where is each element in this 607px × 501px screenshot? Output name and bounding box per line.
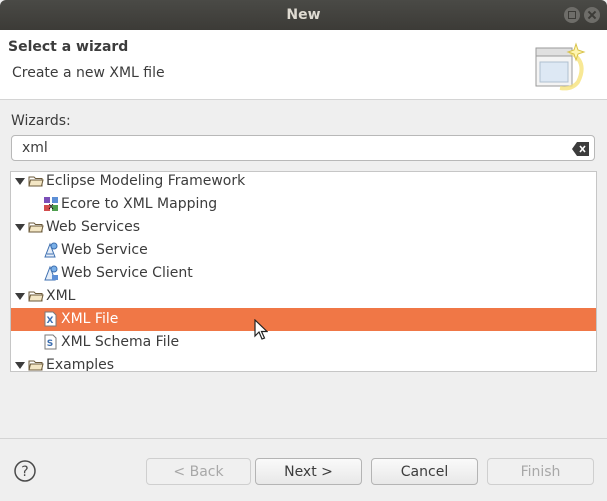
tree-item-label: Web Service Client [61, 265, 193, 281]
tree-item-ecore-xml-mapping[interactable]: x Ecore to XML Mapping [11, 193, 596, 216]
xml-file-icon: X [44, 311, 57, 327]
tree-item-label: Ecore to XML Mapping [61, 196, 218, 212]
footer-divider [0, 438, 607, 439]
tree-item-web-services[interactable]: Web Services [11, 216, 596, 239]
new-wizard-banner-icon [535, 42, 586, 91]
svg-text:S: S [47, 339, 53, 349]
tree-item-web-service-client[interactable]: Web Service Client [11, 262, 596, 285]
wizard-tree[interactable]: Eclipse Modeling Framework x Ecore to XM… [10, 171, 597, 372]
ecore-mapping-icon: x [44, 197, 58, 212]
xml-schema-icon: S [44, 334, 57, 350]
expanded-arrow-icon[interactable] [15, 293, 25, 300]
folder-icon [28, 360, 44, 371]
expanded-arrow-icon[interactable] [15, 224, 25, 231]
folder-icon [28, 222, 44, 233]
wizard-filter-input[interactable] [22, 139, 562, 157]
folder-icon [28, 176, 44, 187]
tree-item-label: Web Services [46, 219, 141, 235]
svg-text:?: ? [21, 464, 28, 480]
page-title: Select a wizard [8, 39, 129, 55]
tree-item-label: Eclipse Modeling Framework [46, 173, 246, 189]
tree-item-label: XML File [61, 311, 119, 327]
tree-item-label: XML Schema File [61, 334, 180, 350]
tree-item-xml-schema-file[interactable]: S XML Schema File [11, 331, 596, 354]
web-service-client-icon [44, 265, 58, 281]
filter-box [11, 135, 595, 161]
tree-item-xml[interactable]: XML [11, 285, 596, 308]
tree-item-label: XML [46, 288, 76, 304]
page-description: Create a new XML file [12, 65, 165, 81]
maximize-button[interactable] [564, 7, 580, 23]
finish-button[interactable]: Finish [487, 458, 594, 485]
title-bar: New [0, 0, 607, 30]
back-button[interactable]: < Back [146, 458, 251, 485]
tree-item-emf[interactable]: Eclipse Modeling Framework [11, 172, 596, 193]
mouse-cursor-icon [254, 319, 268, 340]
clear-filter-icon[interactable] [572, 142, 590, 156]
cancel-button[interactable]: Cancel [371, 458, 478, 485]
wizard-header: Select a wizard Create a new XML file [0, 30, 607, 100]
window-title: New [286, 7, 321, 23]
svg-text:x: x [48, 202, 54, 212]
wizards-label: Wizards: [11, 113, 71, 129]
tree-item-xml-file[interactable]: X XML File [11, 308, 596, 331]
svg-text:X: X [47, 316, 54, 326]
web-service-icon [44, 242, 58, 258]
expanded-arrow-icon[interactable] [15, 362, 25, 369]
help-icon[interactable]: ? [14, 460, 36, 482]
expanded-arrow-icon[interactable] [15, 178, 25, 185]
tree-item-label: Web Service [61, 242, 148, 258]
close-button[interactable] [584, 7, 600, 23]
tree-item-web-service[interactable]: Web Service [11, 239, 596, 262]
tree-item-examples[interactable]: Examples [11, 354, 596, 372]
folder-icon [28, 291, 44, 302]
tree-item-label: Examples [46, 357, 115, 372]
next-button[interactable]: Next > [255, 458, 362, 485]
